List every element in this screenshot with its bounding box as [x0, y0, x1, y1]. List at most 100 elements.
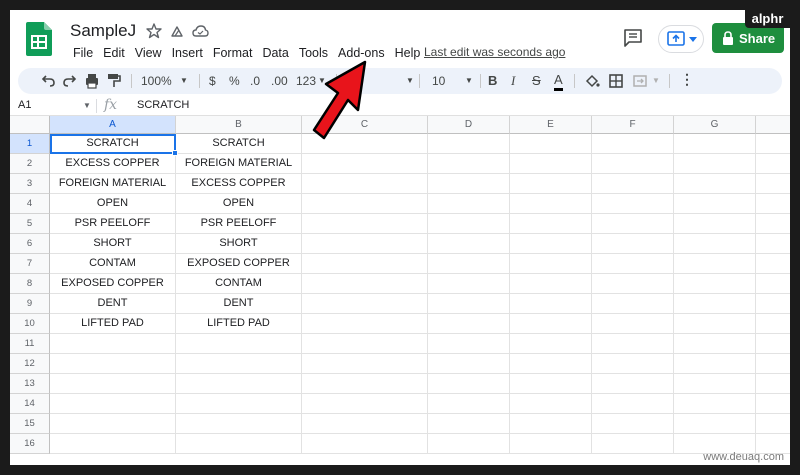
row-header-8[interactable]: 8	[10, 274, 50, 294]
cell[interactable]	[510, 374, 592, 394]
menu-data[interactable]: Data	[257, 44, 293, 62]
cell[interactable]	[50, 394, 176, 414]
last-edit-link[interactable]: Last edit was seconds ago	[424, 45, 565, 59]
sheets-logo-icon[interactable]	[26, 22, 52, 56]
cell[interactable]	[510, 434, 592, 454]
cell[interactable]	[674, 214, 756, 234]
cell[interactable]	[756, 234, 790, 254]
name-box-dropdown-icon[interactable]: ▼	[83, 101, 91, 110]
more-options-icon[interactable]: ⋮	[680, 72, 694, 89]
column-header-d[interactable]: D	[428, 116, 510, 134]
paint-format-icon[interactable]	[106, 73, 122, 89]
cell[interactable]	[592, 134, 674, 154]
decrease-decimal-button[interactable]: .0	[250, 73, 260, 89]
cell[interactable]	[674, 234, 756, 254]
cell[interactable]	[756, 354, 790, 374]
cloud-saved-icon[interactable]	[191, 22, 209, 40]
cell[interactable]	[428, 394, 510, 414]
cell[interactable]	[674, 134, 756, 154]
cell[interactable]: DENT	[176, 294, 302, 314]
menu-format[interactable]: Format	[208, 44, 258, 62]
cell[interactable]	[674, 294, 756, 314]
row-header-16[interactable]: 16	[10, 434, 50, 454]
cell[interactable]	[176, 394, 302, 414]
column-header-e[interactable]: E	[510, 116, 592, 134]
formula-input[interactable]: SCRATCH	[137, 99, 189, 111]
cell[interactable]	[302, 394, 428, 414]
cell[interactable]	[674, 414, 756, 434]
strikethrough-button[interactable]: S	[532, 73, 541, 89]
cell[interactable]	[302, 294, 428, 314]
cell[interactable]: PSR PEELOFF	[50, 214, 176, 234]
cell[interactable]: SCRATCH	[176, 134, 302, 154]
bold-button[interactable]: B	[488, 73, 497, 89]
row-header-4[interactable]: 4	[10, 194, 50, 214]
cell[interactable]	[428, 254, 510, 274]
row-header-10[interactable]: 10	[10, 314, 50, 334]
row-header-5[interactable]: 5	[10, 214, 50, 234]
cell[interactable]	[674, 174, 756, 194]
cell[interactable]: CONTAM	[176, 274, 302, 294]
cell[interactable]	[592, 334, 674, 354]
cell[interactable]: SHORT	[50, 234, 176, 254]
cell[interactable]	[592, 214, 674, 234]
comment-history-icon[interactable]	[622, 27, 644, 49]
fill-handle[interactable]	[172, 150, 178, 156]
cell[interactable]	[428, 134, 510, 154]
column-header-g[interactable]: G	[674, 116, 756, 134]
increase-decimal-button[interactable]: .00	[271, 73, 288, 89]
cell[interactable]	[592, 394, 674, 414]
row-header-13[interactable]: 13	[10, 374, 50, 394]
cell[interactable]	[50, 414, 176, 434]
cell[interactable]	[302, 434, 428, 454]
cell[interactable]: FOREIGN MATERIAL	[176, 154, 302, 174]
star-icon[interactable]	[145, 22, 163, 40]
cell[interactable]	[592, 314, 674, 334]
cell[interactable]	[510, 134, 592, 154]
cell[interactable]	[592, 154, 674, 174]
cell[interactable]	[510, 154, 592, 174]
cell[interactable]	[176, 414, 302, 434]
cell[interactable]	[756, 154, 790, 174]
select-all-corner[interactable]	[10, 116, 50, 134]
cell[interactable]	[756, 274, 790, 294]
cell[interactable]	[50, 434, 176, 454]
cell[interactable]	[176, 374, 302, 394]
row-header-9[interactable]: 9	[10, 294, 50, 314]
cell[interactable]	[510, 274, 592, 294]
cell[interactable]	[50, 334, 176, 354]
cell[interactable]: LIFTED PAD	[50, 314, 176, 334]
cell[interactable]	[302, 414, 428, 434]
row-header-15[interactable]: 15	[10, 414, 50, 434]
cell[interactable]	[302, 214, 428, 234]
cell[interactable]: SCRATCH	[50, 134, 176, 154]
zoom-select[interactable]: 100%	[141, 73, 172, 89]
cell[interactable]	[428, 214, 510, 234]
cell[interactable]	[674, 154, 756, 174]
cell[interactable]	[302, 334, 428, 354]
menu-edit[interactable]: Edit	[98, 44, 130, 62]
cell[interactable]: EXPOSED COPPER	[176, 254, 302, 274]
cell[interactable]	[510, 234, 592, 254]
cell[interactable]	[756, 174, 790, 194]
cell[interactable]: DENT	[50, 294, 176, 314]
merge-dropdown-icon[interactable]: ▼	[652, 73, 660, 89]
row-header-1[interactable]: 1	[10, 134, 50, 154]
column-header-b[interactable]: B	[176, 116, 302, 134]
cell[interactable]	[674, 314, 756, 334]
zoom-dropdown-icon[interactable]: ▼	[180, 73, 188, 89]
cell[interactable]	[592, 294, 674, 314]
cell[interactable]: LIFTED PAD	[176, 314, 302, 334]
cell[interactable]	[428, 154, 510, 174]
cell[interactable]	[756, 254, 790, 274]
print-icon[interactable]	[84, 73, 100, 89]
italic-button[interactable]: I	[511, 73, 515, 89]
cell[interactable]	[592, 254, 674, 274]
row-header-14[interactable]: 14	[10, 394, 50, 414]
cell[interactable]	[756, 334, 790, 354]
cell[interactable]	[756, 414, 790, 434]
cell[interactable]	[756, 214, 790, 234]
cell[interactable]: SHORT	[176, 234, 302, 254]
cell[interactable]	[428, 194, 510, 214]
cell[interactable]	[592, 274, 674, 294]
